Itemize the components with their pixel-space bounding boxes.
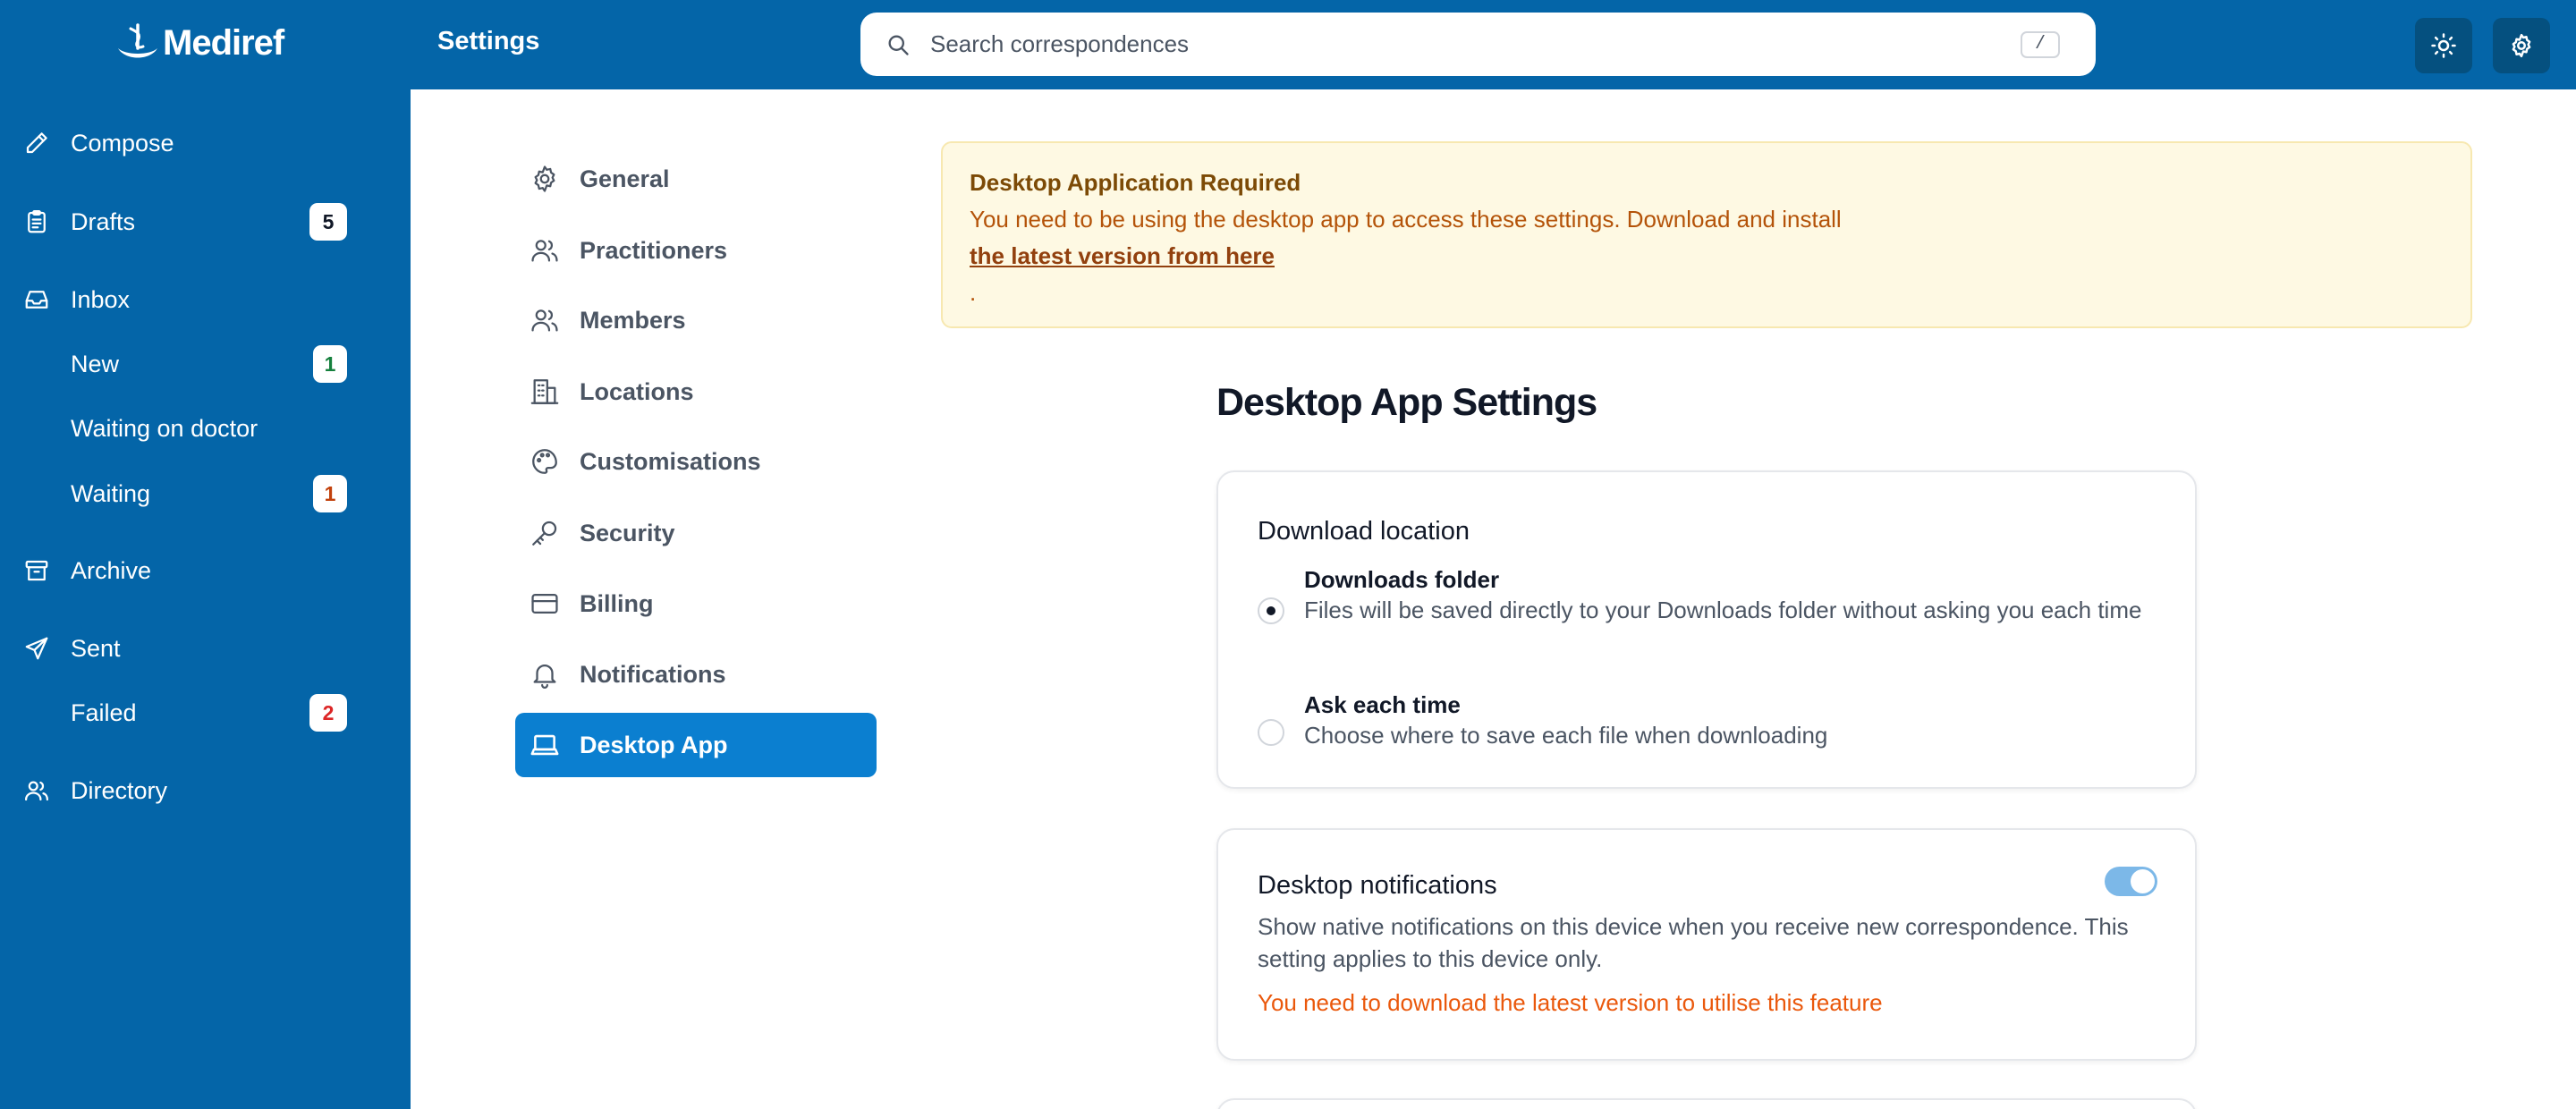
- sidebar-item-label: Inbox: [71, 285, 131, 313]
- desktop-app-required-alert: Desktop Application Required You need to…: [941, 141, 2472, 328]
- search-icon: [888, 35, 909, 55]
- settings-menu-item-security[interactable]: Security: [515, 501, 877, 565]
- settings-menu-item-locations[interactable]: Locations: [515, 360, 877, 424]
- page-title: Settings: [437, 27, 540, 55]
- sidebar-item-directory[interactable]: Directory: [0, 764, 411, 817]
- waiting-count-badge: 1: [313, 475, 347, 512]
- search-shortcut-hint: /: [2021, 30, 2060, 58]
- gear-icon: [2512, 33, 2531, 58]
- settings-menu-label: Customisations: [580, 447, 761, 475]
- settings-menu-label: Locations: [580, 377, 694, 405]
- sidebar-item-compose[interactable]: Compose: [0, 116, 411, 170]
- search-bar[interactable]: /: [860, 13, 2096, 76]
- alert-message: You need to be using the desktop app to …: [970, 206, 1842, 233]
- desktop-notifications-toggle[interactable]: [2105, 867, 2157, 896]
- building-icon: [530, 379, 559, 404]
- toggle-knob: [2131, 869, 2155, 893]
- sidebar-item-drafts[interactable]: Drafts 5: [0, 195, 411, 249]
- search-input[interactable]: [930, 30, 2021, 58]
- card-warning: You need to download the latest version …: [1258, 989, 1883, 1016]
- sidebar-item-waiting-on-doctor[interactable]: Waiting on doctor: [0, 402, 411, 455]
- inbox-icon: [25, 291, 48, 309]
- sidebar-item-new[interactable]: New 1: [0, 337, 411, 391]
- settings-menu-label: Billing: [580, 589, 654, 617]
- sidebar-item-label: Waiting: [71, 479, 151, 507]
- settings-button[interactable]: [2493, 18, 2550, 73]
- theme-toggle-button[interactable]: [2415, 18, 2472, 73]
- sidebar-item-failed[interactable]: Failed 2: [0, 686, 411, 740]
- new-count-badge: 1: [313, 345, 347, 383]
- top-bar: Mediref Settings /: [0, 0, 2576, 89]
- downloads-folder-radio[interactable]: [1258, 597, 1284, 624]
- section-title: Desktop App Settings: [1216, 381, 1597, 424]
- app-name: Mediref: [163, 22, 284, 63]
- option-description: Choose where to save each file when down…: [1304, 722, 1828, 749]
- download-location-card: Download location Downloads folder Files…: [1216, 470, 2197, 789]
- credit-card-icon: [531, 593, 558, 614]
- sidebar-item-inbox[interactable]: Inbox: [0, 273, 411, 326]
- settings-menu-item-notifications[interactable]: Notifications: [515, 642, 877, 707]
- settings-menu-label: Members: [580, 306, 686, 334]
- users-icon: [531, 240, 558, 262]
- app-logo[interactable]: Mediref: [114, 18, 284, 68]
- palette-icon: [532, 449, 557, 474]
- settings-menu-item-general[interactable]: General: [515, 147, 877, 211]
- ask-each-time-option[interactable]: Ask each time Choose where to save each …: [1258, 690, 2152, 753]
- sidebar-item-label: Compose: [71, 129, 174, 157]
- sidebar-item-label: Directory: [71, 776, 168, 804]
- pencil-icon: [26, 132, 47, 154]
- sidebar-item-archive[interactable]: Archive: [0, 544, 411, 597]
- bell-icon: [533, 665, 556, 689]
- sidebar-item-label: Sent: [71, 634, 121, 662]
- option-description: Files will be saved directly to your Dow…: [1304, 597, 2142, 623]
- users-icon: [25, 781, 48, 801]
- sidebar-item-label: Drafts: [71, 207, 136, 235]
- settings-menu-label: Practitioners: [580, 236, 728, 264]
- sidebar-item-waiting[interactable]: Waiting 1: [0, 467, 411, 521]
- downloads-folder-option[interactable]: Downloads folder Files will be saved dir…: [1258, 565, 2152, 655]
- latest-version-link[interactable]: the latest version from here: [970, 242, 1275, 269]
- sidebar: Compose Drafts 5 Inbox New 1 Waiting on …: [0, 89, 411, 1109]
- laptop-icon: [530, 734, 559, 756]
- settings-menu-item-billing[interactable]: Billing: [515, 571, 877, 636]
- settings-menu-item-practitioners[interactable]: Practitioners: [515, 218, 877, 283]
- key-icon: [532, 521, 557, 546]
- settings-menu-item-desktop-app[interactable]: Desktop App: [515, 713, 877, 777]
- settings-card-partial: [1216, 1098, 2197, 1109]
- settings-menu-label: Security: [580, 519, 675, 546]
- settings-menu-item-customisations[interactable]: Customisations: [515, 429, 877, 494]
- settings-menu-label: Notifications: [580, 660, 726, 688]
- desktop-notifications-card: Desktop notifications Show native notifi…: [1216, 828, 2197, 1061]
- card-title: Download location: [1258, 517, 1470, 546]
- mediref-logo-icon: [118, 23, 157, 58]
- settings-menu-label: General: [580, 165, 670, 192]
- alert-suffix: .: [970, 279, 977, 306]
- settings-menu-item-members[interactable]: Members: [515, 288, 877, 352]
- clipboard-icon: [28, 210, 46, 233]
- sidebar-item-label: New: [71, 350, 120, 377]
- sun-icon: [2431, 33, 2456, 58]
- send-icon: [25, 637, 48, 660]
- option-label: Ask each time: [1304, 691, 1461, 718]
- ask-each-time-radio[interactable]: [1258, 719, 1284, 746]
- option-label: Downloads folder: [1304, 566, 1500, 593]
- sidebar-item-label: Waiting on doctor: [71, 414, 258, 442]
- settings-menu-label: Desktop App: [580, 731, 728, 758]
- failed-count-badge: 2: [309, 694, 347, 732]
- sidebar-item-label: Failed: [71, 698, 137, 726]
- users-icon: [531, 309, 558, 332]
- sidebar-item-sent[interactable]: Sent: [0, 622, 411, 675]
- archive-icon: [25, 560, 48, 581]
- gear-icon: [534, 165, 555, 192]
- card-description: Show native notifications on this device…: [1258, 913, 2129, 972]
- alert-title: Desktop Application Required: [970, 169, 1301, 196]
- card-title: Desktop notifications: [1258, 871, 1497, 900]
- drafts-count-badge: 5: [309, 203, 347, 241]
- sidebar-item-label: Archive: [71, 556, 152, 584]
